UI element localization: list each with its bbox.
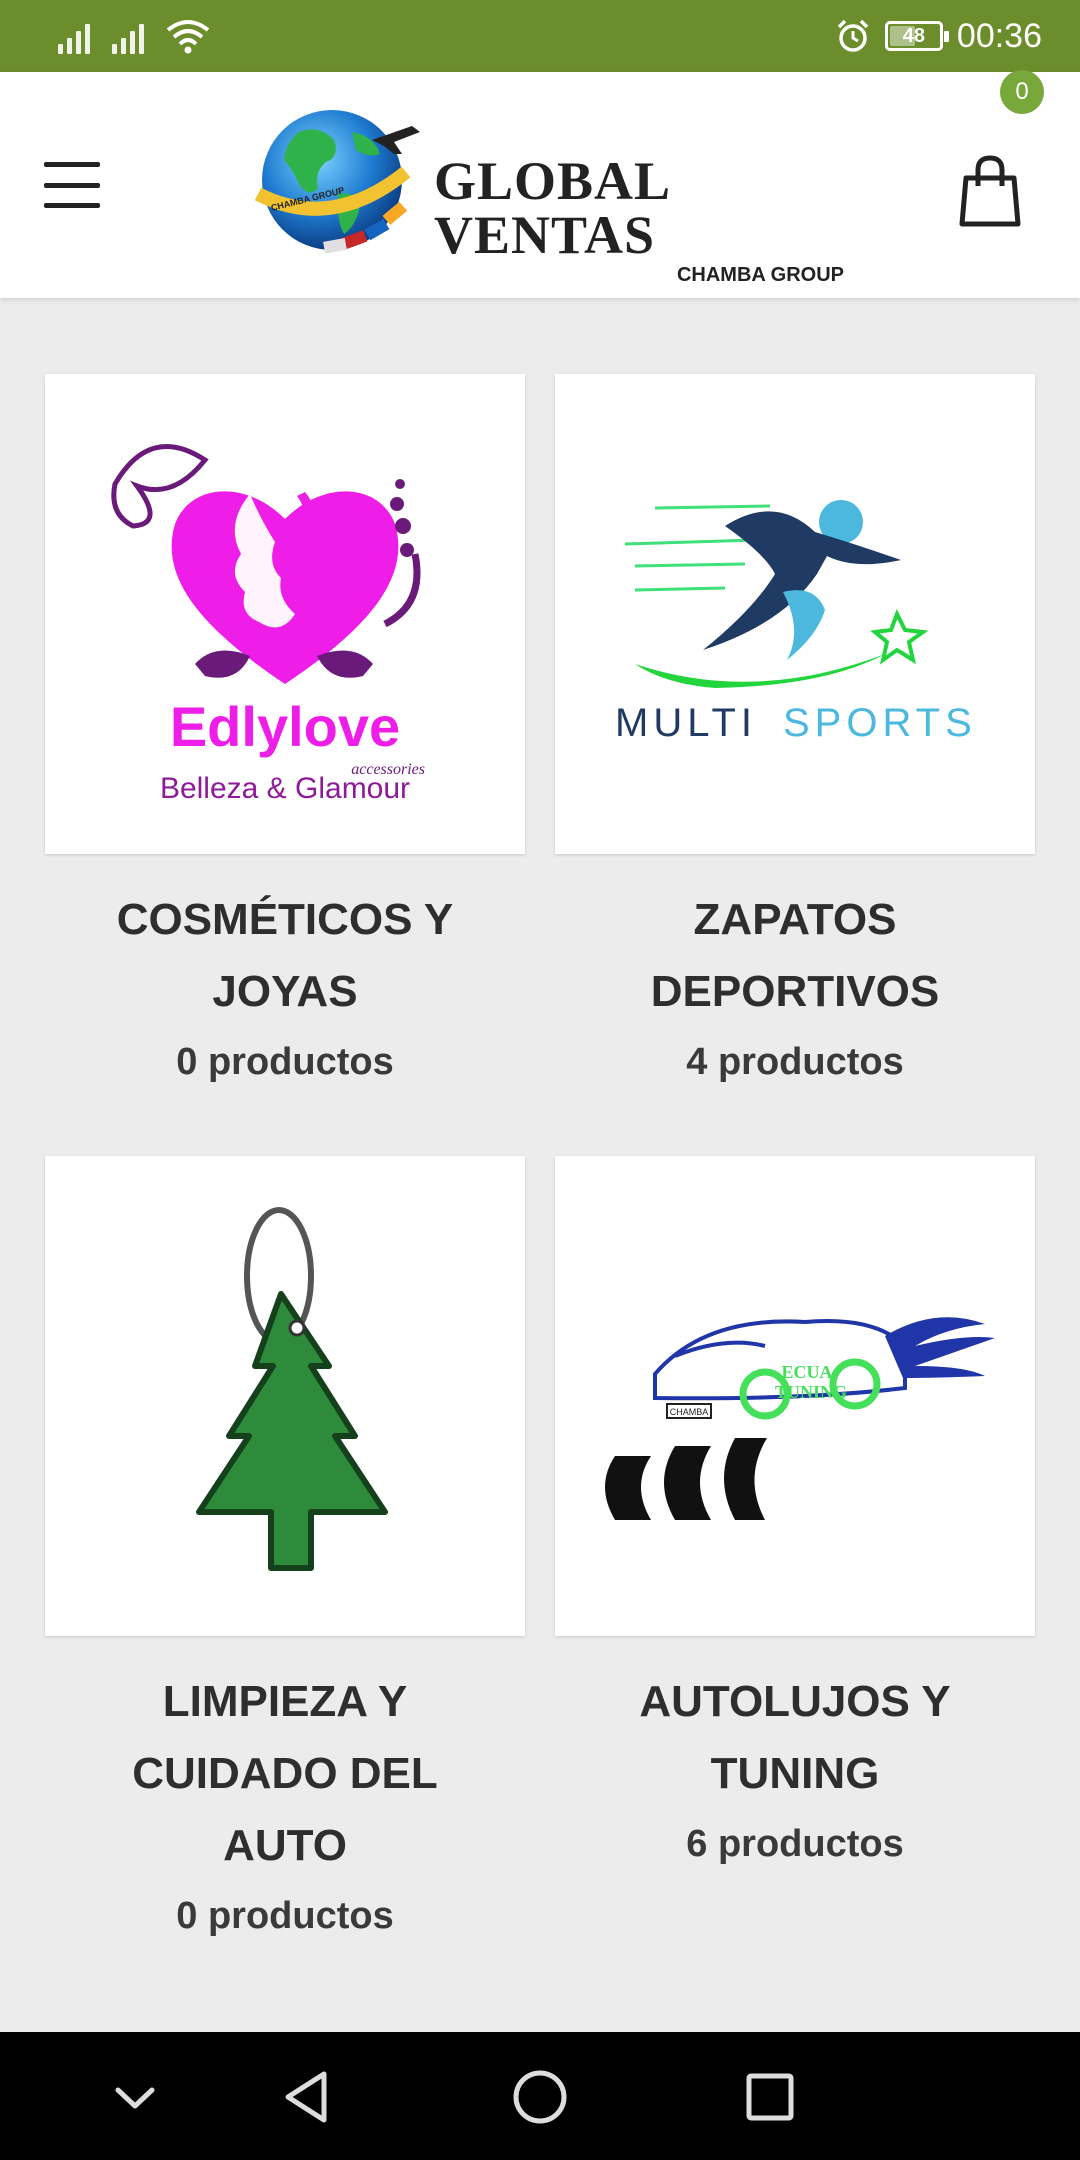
category-title-line: AUTOLUJOS Y xyxy=(639,1677,951,1726)
category-title-line: AUTO xyxy=(223,1821,347,1870)
category-title-sports-shoes[interactable]: ZAPATOS DEPORTIVOS xyxy=(555,884,1035,1028)
ecua-tuning-logo: ECUA TUNING CHAMBA xyxy=(605,1317,995,1520)
system-nav-bar xyxy=(0,2032,1080,2160)
cart-icon[interactable] xyxy=(958,152,1022,228)
category-title-line: COSMÉTICOS Y xyxy=(116,895,454,944)
category-title-line: LIMPIEZA Y xyxy=(162,1677,408,1726)
brand-title: GLOBAL VENTAS xyxy=(434,151,669,265)
category-image-car-care[interactable] xyxy=(45,1156,525,1636)
back-icon[interactable] xyxy=(274,2062,344,2132)
category-count-sports-shoes: 4 productos xyxy=(686,1041,904,1083)
edlylove-subtitle: Belleza & Glamour xyxy=(160,772,410,805)
cart-count-badge: 0 xyxy=(1000,70,1044,114)
category-title-line: DEPORTIVOS xyxy=(650,967,940,1016)
edlylove-logo: Edlylove accessories Belleza & Glamour xyxy=(111,444,425,805)
ecua-word: ECUA xyxy=(781,1362,832,1382)
status-clock: 00:36 xyxy=(956,16,1042,55)
category-title-line: ZAPATOS xyxy=(693,895,897,944)
app-header: CHAMBA GROUP GLOBAL VENTAS CHAMBA GROUP xyxy=(0,72,1080,298)
edlylove-name: Edlylove xyxy=(170,695,400,758)
menu-bar xyxy=(44,182,100,188)
category-image-sports-shoes[interactable]: MULTI SPORTS xyxy=(555,374,1035,854)
category-count-tuning: 6 productos xyxy=(686,1823,904,1865)
alarm-icon xyxy=(837,19,869,52)
menu-bar xyxy=(44,203,100,208)
category-count-car-care: 0 productos xyxy=(176,1895,394,1937)
category-title-cosmetics[interactable]: COSMÉTICOS Y JOYAS xyxy=(45,884,525,1028)
wifi-icon xyxy=(166,20,210,54)
status-bar: 48 00:36 xyxy=(0,0,1080,72)
category-title-tuning[interactable]: AUTOLUJOS Y TUNING xyxy=(555,1666,1035,1810)
battery-icon: 48 xyxy=(884,21,949,51)
signal-icon xyxy=(112,22,144,54)
brand-subtitle: CHAMBA GROUP xyxy=(676,264,844,286)
category-count-cosmetics: 0 productos xyxy=(176,1041,394,1083)
multi-sports-logo: MULTI SPORTS xyxy=(615,500,977,745)
home-icon[interactable] xyxy=(505,2062,575,2132)
category-image-cosmetics[interactable]: Edlylove accessories Belleza & Glamour xyxy=(45,374,525,854)
category-title-car-care[interactable]: LIMPIEZA Y CUIDADO DEL AUTO xyxy=(45,1666,525,1882)
status-left xyxy=(58,18,210,54)
battery-level: 48 xyxy=(902,24,926,47)
menu-button[interactable] xyxy=(44,162,100,208)
air-freshener-tree-icon xyxy=(196,1207,388,1571)
category-title-line: JOYAS xyxy=(212,967,358,1016)
plate-text: CHAMBA xyxy=(670,1407,709,1417)
menu-bar xyxy=(44,162,100,167)
signal-icon xyxy=(58,22,90,54)
status-right: 48 00:36 xyxy=(835,14,1042,58)
category-image-tuning[interactable]: ECUA TUNING CHAMBA xyxy=(555,1156,1035,1636)
chevron-down-icon[interactable] xyxy=(100,2062,170,2132)
brand-logo[interactable]: CHAMBA GROUP GLOBAL VENTAS CHAMBA GROUP xyxy=(244,102,844,286)
multi-word: MULTI xyxy=(615,701,757,745)
category-title-line: TUNING xyxy=(710,1749,880,1798)
category-title-line: CUIDADO DEL xyxy=(132,1749,438,1798)
sports-word: SPORTS xyxy=(783,701,977,745)
tuning-word: TUNING xyxy=(775,1382,847,1402)
recents-icon[interactable] xyxy=(735,2062,805,2132)
